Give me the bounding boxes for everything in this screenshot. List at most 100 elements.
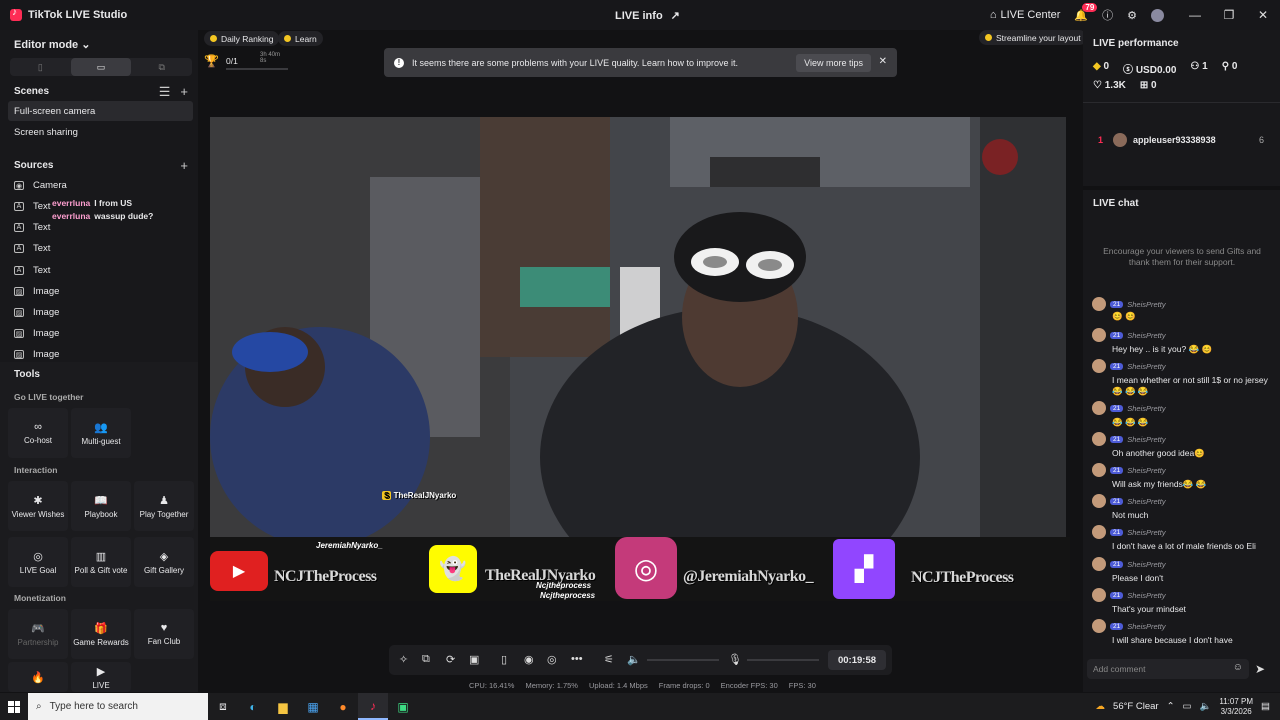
game-rewards-button[interactable]: 🎁 Game Rewards xyxy=(71,609,131,659)
chat-message[interactable]: 21 SheisPretty Please I don't xyxy=(1092,557,1272,584)
view-more-tips-button[interactable]: View more tips xyxy=(796,54,871,72)
portrait-layout-button[interactable]: ▯ xyxy=(10,58,71,76)
chat-text: Not much xyxy=(1112,510,1149,520)
layout-button[interactable]: ▣ xyxy=(469,653,479,666)
streamline-layout-button[interactable]: Streamline your layout xyxy=(979,30,1087,45)
chat-message[interactable]: 21 SheisPretty Not much xyxy=(1092,494,1272,521)
learn-label: Learn xyxy=(295,33,317,44)
avatar[interactable] xyxy=(1151,8,1164,22)
store-icon[interactable]: ▦ xyxy=(298,693,328,720)
send-icon[interactable]: ➤ xyxy=(1255,662,1265,676)
source-item[interactable]: A Text xyxy=(14,243,50,254)
volume-slider[interactable] xyxy=(647,659,719,661)
partnership-button[interactable]: 🎮 Partnership xyxy=(8,609,68,659)
firefox-icon[interactable]: ● xyxy=(328,693,358,720)
bulb-icon xyxy=(284,35,291,42)
chevron-up-icon[interactable]: ⌃ xyxy=(1167,701,1175,712)
editor-mode-dropdown[interactable]: Editor mode ⌄ xyxy=(14,38,90,51)
chat-message[interactable]: 21 SheisPretty I will share because I don'… xyxy=(1092,619,1272,646)
scene-item[interactable]: Full-screen camera xyxy=(8,101,193,121)
followers-value: 0 xyxy=(1231,61,1238,72)
fire-tool-button[interactable]: 🔥 xyxy=(8,662,68,692)
speaker-icon[interactable]: 🔈 xyxy=(1200,701,1212,712)
settings-sliders-button[interactable]: ⚟ xyxy=(604,653,614,666)
app-icon[interactable]: ▣ xyxy=(388,693,418,720)
divider xyxy=(1083,186,1280,190)
source-item[interactable]: A Text xyxy=(14,201,50,212)
multiguest-button[interactable]: 👥 Multi-guest xyxy=(71,408,131,458)
landscape-layout-button[interactable]: ▭ xyxy=(70,58,132,76)
source-item[interactable]: ▨ Image xyxy=(14,349,59,360)
learn-button[interactable]: Learn xyxy=(278,31,323,46)
replay-button[interactable]: ⟳ xyxy=(446,653,455,666)
source-item[interactable]: A Text xyxy=(14,265,50,276)
cohost-button[interactable]: ∞ Co-host xyxy=(8,408,68,458)
help-button[interactable]: ⓘ xyxy=(1102,7,1113,23)
more-icon[interactable]: ••• xyxy=(571,653,583,665)
close-icon[interactable]: ✕ xyxy=(879,56,887,67)
level-badge: 21 xyxy=(1110,362,1124,370)
network-icon[interactable]: ▭ xyxy=(1183,701,1192,712)
tiktok-studio-taskbar-icon[interactable]: ♪ xyxy=(358,693,388,720)
daily-ranking-button[interactable]: Daily Ranking xyxy=(204,31,280,46)
gifts-value: 0 xyxy=(1151,80,1157,91)
clock[interactable]: 11:07 PM 3/3/2026 xyxy=(1219,697,1253,717)
edge-icon[interactable]: ◐ xyxy=(238,693,268,720)
maximize-button[interactable]: ❐ xyxy=(1212,8,1246,22)
add-source-button[interactable]: + xyxy=(180,158,188,173)
scene-item[interactable]: Screen sharing xyxy=(8,122,193,142)
chat-message[interactable]: 21 SheisPretty I don't have a lot of male … xyxy=(1092,525,1272,552)
gifter-name: appleuser93338938 xyxy=(1133,135,1216,145)
play-together-button[interactable]: ♟ Play Together xyxy=(134,481,194,531)
chat-message[interactable]: 21 SheisPretty 😂 😂 😂 xyxy=(1092,401,1272,428)
goal-progress[interactable]: 🏆 0/1 3h 40m 8s xyxy=(204,52,288,74)
emoji-icon[interactable]: ☺ xyxy=(1233,662,1243,673)
source-item[interactable]: ▨ Image xyxy=(14,328,59,339)
stream-preview[interactable]: S TheRealJNyarko xyxy=(210,117,1066,537)
fan-club-button[interactable]: ♥ Fan Club xyxy=(134,609,194,659)
task-view-button[interactable]: ⧈ xyxy=(208,693,238,720)
live-info-button[interactable]: LIVE info ↗ xyxy=(615,9,680,23)
file-explorer-icon[interactable]: ▆ xyxy=(268,693,298,720)
start-button[interactable] xyxy=(0,693,28,720)
playbook-button[interactable]: 📖 Playbook xyxy=(71,481,131,531)
notifications-button[interactable]: 🔔 79 xyxy=(1074,2,1098,22)
minimize-button[interactable]: — xyxy=(1178,8,1212,22)
source-item[interactable]: ▨ Image xyxy=(14,286,59,297)
source-item[interactable]: ◉ Camera xyxy=(14,180,67,191)
stop-button[interactable]: ◎ xyxy=(547,653,557,666)
effects-button[interactable]: ✧ xyxy=(399,653,408,666)
live-center-button[interactable]: ⌂ LIVE Center xyxy=(990,9,1061,21)
chat-message[interactable]: 21 SheisPretty That's your mindset xyxy=(1092,588,1272,615)
top-gifter-row[interactable]: 1 appleuser93338938 6 xyxy=(1098,133,1264,147)
comment-input[interactable]: Add comment ☺ xyxy=(1087,659,1249,679)
live-goal-button[interactable]: ◎ LIVE Goal xyxy=(8,537,68,587)
chat-message[interactable]: 21 SheisPretty Oh another good idea😊 xyxy=(1092,432,1272,459)
fps-stat: FPS: 30 xyxy=(788,681,816,690)
weather-text[interactable]: 56°F Clear xyxy=(1113,701,1159,712)
speaker-icon[interactable]: 🔈 xyxy=(627,653,641,666)
taskbar-search-input[interactable]: ⌕ Type here to search xyxy=(28,693,208,720)
add-scene-button[interactable]: + xyxy=(180,84,188,100)
avatar xyxy=(1092,328,1106,342)
notification-center-icon[interactable]: ▤ xyxy=(1261,701,1270,712)
screen-share-button[interactable]: ⧉ xyxy=(422,653,430,666)
source-item[interactable]: ▨ Image xyxy=(14,307,59,318)
chat-message[interactable]: 21 SheisPretty 😊 😊 xyxy=(1092,297,1272,322)
dual-layout-button[interactable]: ⧉ xyxy=(131,58,192,76)
source-item[interactable]: A Text xyxy=(14,222,50,233)
poll-gift-button[interactable]: ▥ Poll & Gift vote xyxy=(71,537,131,587)
gift-gallery-button[interactable]: ◈ Gift Gallery xyxy=(134,537,194,587)
chat-message[interactable]: 21 SheisPretty I mean whether or not still… xyxy=(1092,359,1272,397)
list-icon[interactable]: ☰ xyxy=(159,84,171,100)
chat-message[interactable]: 21 SheisPretty Will ask my friends😂 😂 xyxy=(1092,463,1272,490)
record-button[interactable]: ◉ xyxy=(524,653,534,666)
settings-button[interactable]: ⚙ xyxy=(1127,9,1137,22)
live-tool-button[interactable]: ▶ LIVE xyxy=(71,662,131,692)
microphone-icon[interactable]: 🎙 xyxy=(728,653,742,666)
close-button[interactable]: ✕ xyxy=(1246,8,1280,22)
mic-slider[interactable] xyxy=(747,659,819,661)
chat-message[interactable]: 21 SheisPretty Hey hey .. is it you? 😂 😊 xyxy=(1092,328,1272,355)
viewer-wishes-button[interactable]: ✱ Viewer Wishes xyxy=(8,481,68,531)
phone-button[interactable]: ▯ xyxy=(501,653,507,666)
